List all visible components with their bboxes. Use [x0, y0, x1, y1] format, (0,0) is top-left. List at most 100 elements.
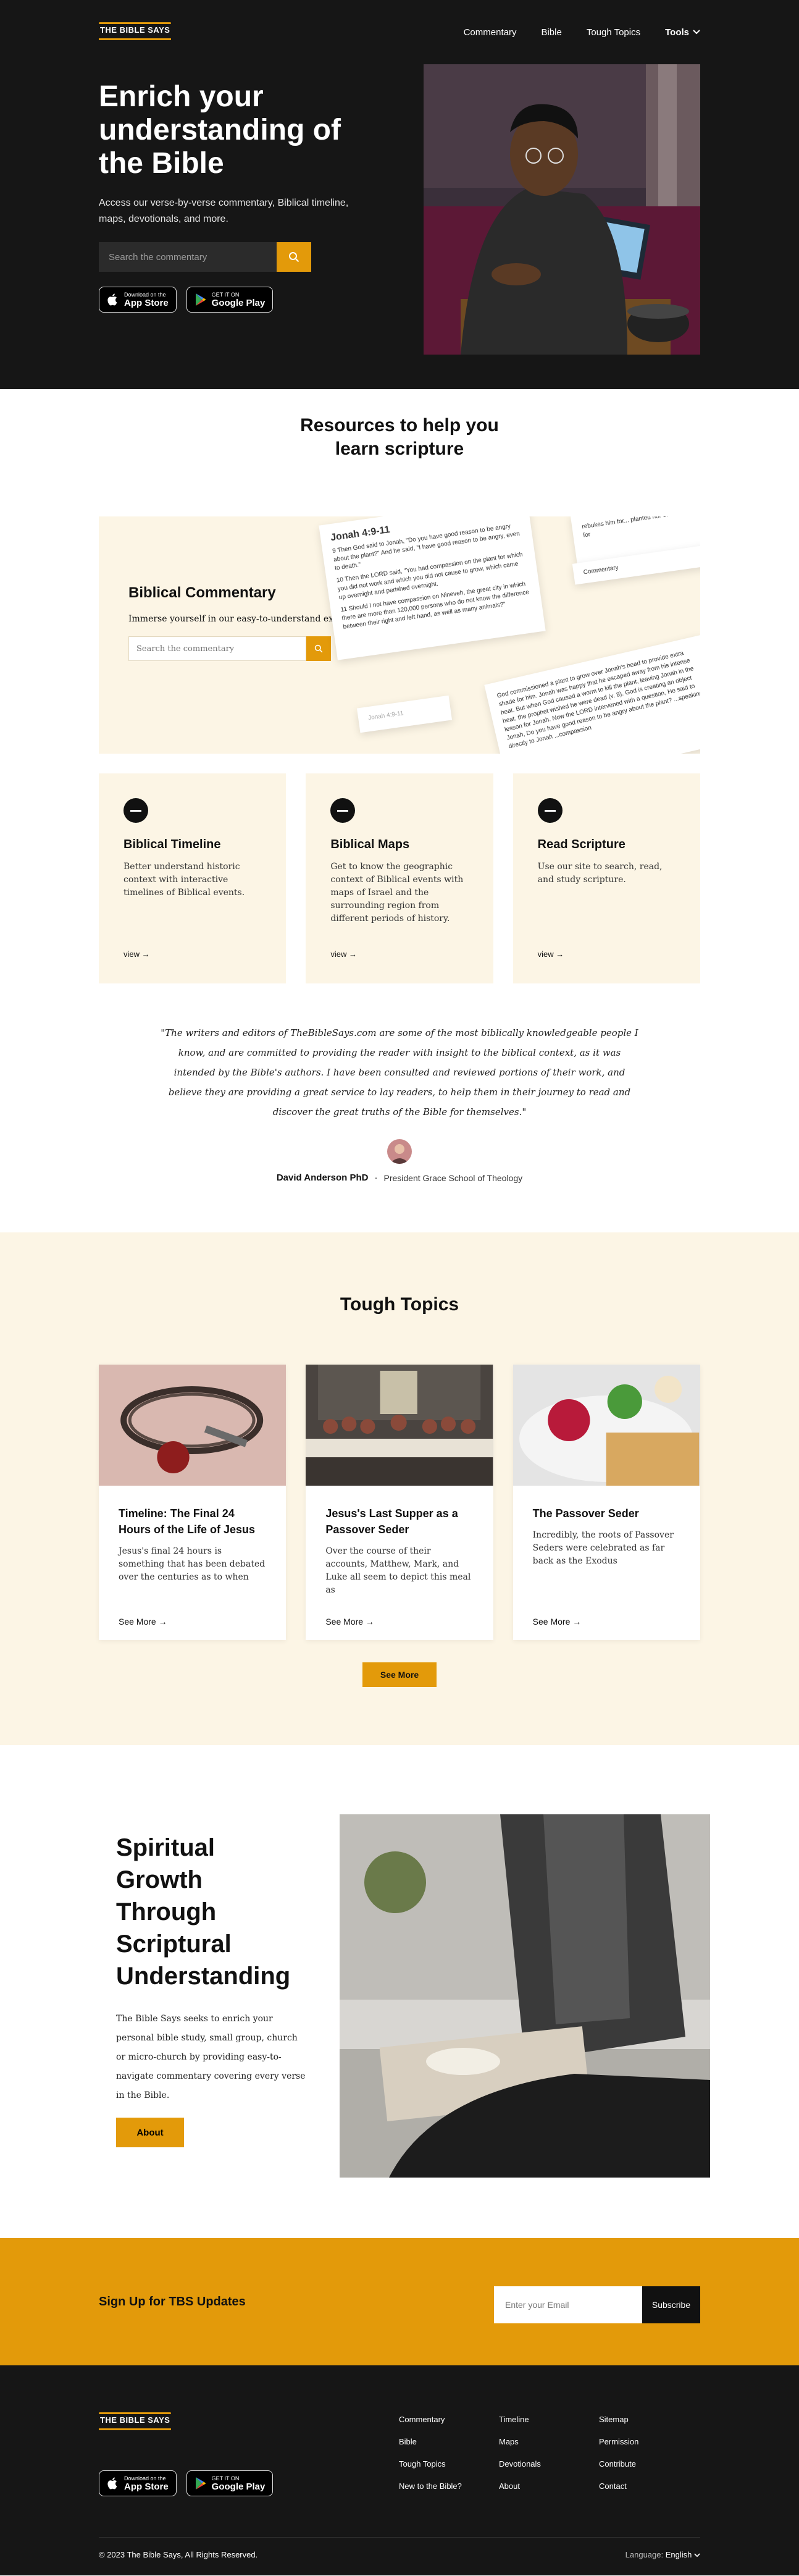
about-button[interactable]: About — [116, 2118, 184, 2147]
see-more-button[interactable]: See More — [362, 1662, 437, 1687]
footer: THE BIBLE SAYS Download on the App Store … — [0, 2365, 799, 2575]
language-selector[interactable]: Language: English — [625, 2550, 700, 2559]
arrow-right-icon: → — [556, 949, 564, 959]
site-logo[interactable]: THE BIBLE SAYS — [99, 22, 172, 40]
nav-tough-topics[interactable]: Tough Topics — [587, 27, 640, 38]
footer-link-devotionals[interactable]: Devotionals — [499, 2459, 599, 2469]
timeline-icon — [123, 798, 148, 823]
footer-link-bible[interactable]: Bible — [399, 2437, 499, 2447]
hero-search-input[interactable] — [99, 242, 277, 272]
commentary-search-button[interactable] — [306, 636, 331, 661]
commentary-text-paper: God commissioned a plant to grow over Jo… — [484, 634, 700, 754]
author-role: President Grace School of Theology — [383, 1172, 523, 1183]
footer-link-sitemap[interactable]: Sitemap — [599, 2415, 699, 2425]
author-line: David Anderson PhD · President Grace Sch… — [0, 1172, 799, 1183]
search-icon — [289, 252, 299, 263]
tough-topics-title: Tough Topics — [340, 1294, 459, 1315]
hero-section: THE BIBLE SAYS Commentary Bible Tough To… — [0, 0, 799, 389]
spiritual-title: Spiritual Growth Through Scriptural Unde… — [116, 1834, 291, 1990]
footer-bottom: © 2023 The Bible Says, All Rights Reserv… — [99, 2537, 700, 2559]
passover-seder-image — [512, 1365, 700, 1486]
search-icon — [314, 644, 323, 653]
arrow-right-icon: → — [365, 1617, 374, 1627]
man-reading-image — [340, 1814, 710, 2178]
google-play-label: Google Play — [211, 297, 266, 308]
app-store-top: Download on the — [124, 291, 166, 298]
topic-body: Jesus's Last Supper as a Passover Seder … — [306, 1486, 493, 1617]
footer-link-about[interactable]: About — [499, 2481, 599, 2491]
hero-search-button[interactable] — [277, 242, 311, 272]
scripture-icon — [537, 798, 563, 823]
google-play-top: GET IT ON — [211, 2475, 240, 2481]
nav-links: Commentary Bible Tough Topics Tools — [464, 27, 700, 38]
chevron-down-icon — [693, 30, 700, 35]
feature-title: Read Scripture — [537, 838, 625, 851]
topic-title: Jesus's Last Supper as a Passover Seder — [325, 1507, 458, 1536]
topic-card[interactable]: The Passover Seder Incredibly, the roots… — [512, 1365, 700, 1640]
app-store-button[interactable]: Download on the App Store — [99, 287, 177, 313]
footer-link-permission[interactable]: Permission — [599, 2437, 699, 2447]
view-link[interactable]: view → — [538, 949, 564, 959]
topics-grid: Timeline: The Final 24 Hours of the Life… — [99, 1365, 700, 1640]
arrow-right-icon: → — [348, 949, 357, 959]
topic-body: Timeline: The Final 24 Hours of the Life… — [99, 1486, 286, 1604]
app-store-badges: Download on the App Store GET IT ON Google… — [99, 287, 364, 313]
topic-text: Jesus's final 24 hours is something that… — [119, 1546, 266, 1582]
footer-link-tough-topics[interactable]: Tough Topics — [399, 2459, 499, 2469]
email-field[interactable] — [494, 2286, 642, 2323]
footer-link-contribute[interactable]: Contribute — [599, 2459, 699, 2469]
feature-card-timeline[interactable]: Biblical Timeline Better understand hist… — [99, 773, 287, 983]
language-label: Language: — [625, 2550, 664, 2559]
footer-col-2: Timeline Maps Devotionals About — [499, 2415, 599, 2504]
topic-title: The Passover Seder — [532, 1507, 639, 1520]
see-more-link[interactable]: See More → — [533, 1617, 582, 1627]
feature-row: Biblical Timeline Better understand hist… — [99, 773, 700, 983]
footer-link-maps[interactable]: Maps — [499, 2437, 599, 2447]
footer-col-3: Sitemap Permission Contribute Contact — [599, 2415, 699, 2504]
crown-of-thorns-image — [99, 1365, 287, 1486]
arrow-right-icon: → — [141, 949, 150, 959]
feature-title: Biblical Maps — [330, 838, 410, 851]
topic-text: Incredibly, the roots of Passover Seders… — [532, 1530, 674, 1566]
topic-body: The Passover Seder Incredibly, the roots… — [513, 1486, 700, 1588]
google-play-button[interactable]: GET IT ON Google Play — [186, 2470, 274, 2496]
app-store-button[interactable]: Download on the App Store — [99, 2470, 177, 2496]
paper-top-text: rebukes him for... planted nor cultivate… — [581, 516, 700, 539]
footer-link-commentary[interactable]: Commentary — [399, 2415, 499, 2425]
view-link[interactable]: view → — [330, 949, 357, 959]
signup-title: Sign Up for TBS Updates — [99, 2295, 246, 2309]
google-play-button[interactable]: GET IT ON Google Play — [186, 287, 274, 313]
footer-app-badges: Download on the App Store GET IT ON Google… — [99, 2470, 274, 2496]
arrow-right-icon: → — [572, 1617, 582, 1627]
hero-search — [99, 242, 364, 272]
commentary-search-input[interactable] — [128, 636, 306, 661]
footer-link-contact[interactable]: Contact — [599, 2481, 699, 2491]
nav-tools[interactable]: Tools — [665, 27, 700, 38]
topic-card[interactable]: Jesus's Last Supper as a Passover Seder … — [306, 1365, 493, 1640]
footer-link-new-to-bible[interactable]: New to the Bible? — [399, 2481, 499, 2491]
commentary-card: Biblical Commentary Immerse yourself in … — [99, 516, 700, 754]
topic-card[interactable]: Timeline: The Final 24 Hours of the Life… — [99, 1365, 287, 1640]
author-name: David Anderson PhD — [276, 1172, 369, 1183]
footer-logo[interactable]: THE BIBLE SAYS — [99, 2412, 172, 2430]
avatar — [387, 1139, 412, 1164]
view-link[interactable]: view → — [123, 949, 150, 959]
spiritual-text: Spiritual Growth Through Scriptural Unde… — [116, 1832, 307, 2147]
spiritual-growth-section: Spiritual Growth Through Scriptural Unde… — [0, 1745, 799, 2238]
see-more-link[interactable]: See More → — [119, 1617, 167, 1627]
hero-image — [424, 64, 700, 355]
resources-title: Resources to help you learn scripture — [300, 415, 499, 459]
tough-topics-section: Tough Topics Timeline: The Final 24 Hour… — [0, 1232, 799, 1745]
language-value: English — [665, 2550, 692, 2559]
top-nav: THE BIBLE SAYS Commentary Bible Tough To… — [99, 22, 700, 42]
see-more-link[interactable]: See More → — [325, 1617, 374, 1627]
subscribe-button[interactable]: Subscribe — [642, 2286, 700, 2323]
feature-card-maps[interactable]: Biblical Maps Get to know the geographic… — [306, 773, 493, 983]
hero-text: Enrich your understanding of the Bible A… — [99, 80, 364, 313]
footer-link-timeline[interactable]: Timeline — [499, 2415, 599, 2425]
apple-icon — [107, 293, 117, 306]
nav-commentary[interactable]: Commentary — [464, 27, 517, 38]
feature-card-scripture[interactable]: Read Scripture Use our site to search, r… — [512, 773, 700, 983]
nav-bible[interactable]: Bible — [541, 27, 561, 38]
footer-col-1: Commentary Bible Tough Topics New to the… — [399, 2415, 499, 2504]
